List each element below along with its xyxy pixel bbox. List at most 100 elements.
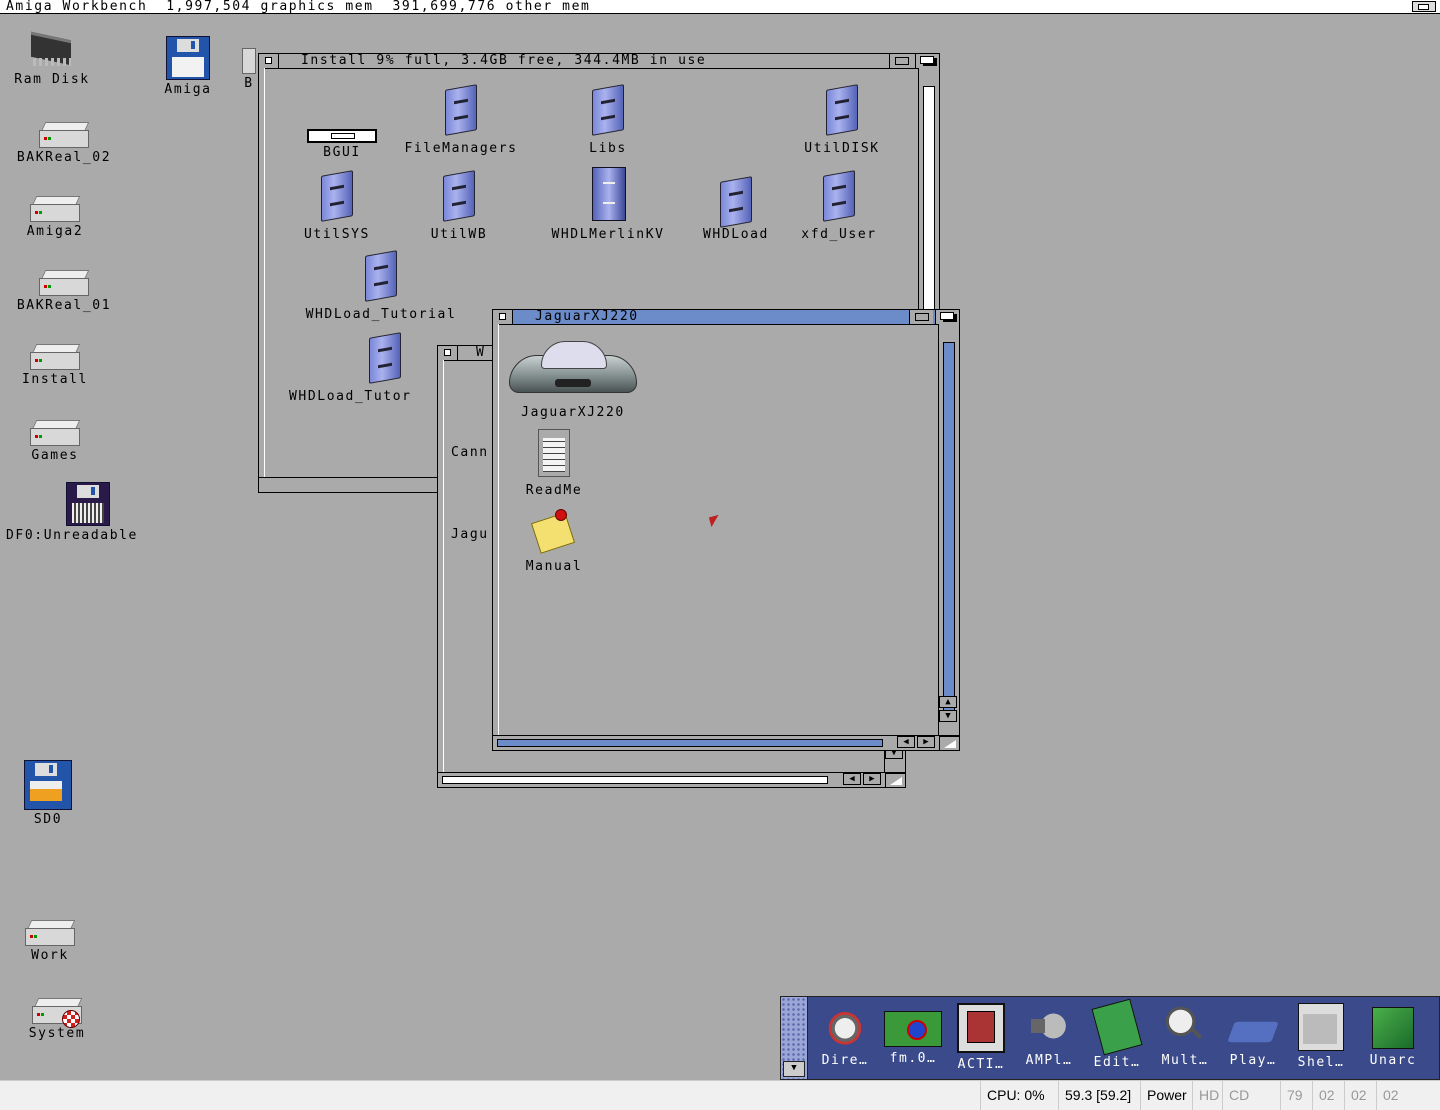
dock-item-label: Edit…	[1093, 1055, 1141, 1070]
directory-opus-icon	[823, 1003, 867, 1049]
icon-label: ReadMe	[525, 483, 583, 498]
close-gadget-icon[interactable]	[259, 54, 279, 68]
app-dock[interactable]: ▼ Dire… fm.0… ACTI… AMPl… Edit… Mult… Pl…	[780, 996, 1440, 1080]
desktop-icon-system[interactable]: System	[14, 998, 100, 1041]
desktop-icon-ram-disk[interactable]: Ram Disk	[4, 30, 100, 87]
icon-label: Work	[31, 948, 69, 963]
drawer-utilsys[interactable]: UtilSYS	[295, 170, 379, 242]
drawer-utilwb[interactable]: UtilWB	[421, 170, 497, 242]
dock-item-acti[interactable]: ACTI…	[947, 1001, 1015, 1077]
desktop-icon-sd0[interactable]: SD0	[14, 760, 82, 827]
scroll-right-icon[interactable]: ▶	[863, 773, 881, 785]
install-window-title-bar[interactable]: Install 9% full, 3.4GB free, 344.4MB in …	[259, 53, 939, 69]
drawer-bgui[interactable]: BGUI	[297, 121, 387, 160]
icon-label: Libs	[589, 141, 627, 156]
system-disk-icon	[32, 998, 83, 1028]
file-icon-jaguarxj220[interactable]: JaguarXJ220	[505, 335, 641, 420]
screen-depth-gadget[interactable]	[1412, 1, 1436, 12]
window-bottom-border: ◀ ▶	[438, 772, 905, 787]
dock-item-fm[interactable]: fm.0…	[879, 1001, 947, 1077]
icon-label: Ram Disk	[14, 72, 90, 87]
icon-label: DF0:Unreadable	[6, 528, 138, 543]
size-gadget-icon[interactable]	[939, 736, 959, 750]
screen-title-bar[interactable]: Amiga Workbench 1,997,504 graphics mem 3…	[0, 0, 1440, 14]
dock-item-label: ACTI…	[957, 1057, 1005, 1072]
scroll-left-icon[interactable]: ◀	[897, 736, 915, 748]
icon-label-jagu[interactable]: Jagu	[451, 527, 489, 542]
icon-label: FileManagers	[404, 141, 518, 156]
dock-item-dire[interactable]: Dire…	[811, 1001, 879, 1077]
zoom-gadget-icon[interactable]	[909, 310, 933, 324]
vertical-scrollbar[interactable]	[943, 342, 955, 720]
icon-label: Games	[31, 448, 79, 463]
size-gadget-icon[interactable]	[885, 773, 905, 787]
drawer-icon	[822, 84, 862, 136]
horizontal-scrollbar[interactable]	[442, 776, 828, 784]
drawer-icon	[439, 170, 479, 222]
notepad-icon	[1091, 998, 1143, 1056]
drawer-utildisk[interactable]: UtilDISK	[795, 84, 889, 156]
dock-drag-handle[interactable]: ▼	[781, 997, 808, 1079]
dock-item-label: Play…	[1229, 1053, 1277, 1068]
file-icon-manual[interactable]: Manual	[519, 507, 589, 574]
dock-item-edit[interactable]: Edit…	[1083, 998, 1151, 1077]
horizontal-scrollbar[interactable]	[497, 739, 883, 747]
icon-label-cann[interactable]: Cann	[451, 445, 489, 460]
window-title: Install 9% full, 3.4GB free, 344.4MB in …	[301, 53, 707, 68]
desktop-icon-b[interactable]: B	[242, 48, 256, 91]
drawer-filemanagers[interactable]: FileManagers	[393, 84, 529, 156]
drawer-whdload-tutorial[interactable]: WHDLoad_Tutorial	[289, 250, 473, 322]
desktop-icon-amiga2[interactable]: Amiga2	[8, 196, 102, 239]
icon-label: BGUI	[323, 145, 361, 160]
desktop-icon-games[interactable]: Games	[8, 420, 102, 463]
close-gadget-icon[interactable]	[438, 346, 458, 360]
desktop-icon-df0[interactable]: DF0:Unreadable	[6, 482, 172, 543]
jaguar-window-title-bar[interactable]: JaguarXJ220	[493, 309, 959, 325]
drawer-icon	[361, 250, 401, 302]
drive-counter: 79	[1280, 1081, 1312, 1110]
scroll-right-icon[interactable]: ▶	[917, 736, 935, 748]
dock-item-mult[interactable]: Mult…	[1151, 1001, 1219, 1077]
icon-label: SD0	[33, 812, 63, 827]
desktop-icon-bakreal-02[interactable]: BAKReal_02	[6, 122, 122, 165]
desktop-icon-work[interactable]: Work	[12, 920, 88, 963]
sticky-note-icon	[529, 507, 579, 555]
dock-item-label: AMPl…	[1025, 1053, 1073, 1068]
file-icon-readme[interactable]: ReadMe	[519, 429, 589, 498]
icon-label: WHDLoad_Tutorial	[305, 307, 457, 322]
drawer-icon	[317, 170, 357, 222]
drawer-xfd-user[interactable]: xfd_User	[791, 170, 887, 242]
desktop-icon-install[interactable]: Install	[8, 344, 102, 387]
dock-item-play[interactable]: Play…	[1219, 1001, 1287, 1077]
jaguar-window[interactable]: JaguarXJ220 ▲ ▼ ◀ ▶ JaguarXJ220 ReadMe M…	[492, 309, 960, 751]
scroll-down-icon[interactable]: ▼	[939, 710, 957, 722]
scroll-left-icon[interactable]: ◀	[843, 773, 861, 785]
hard-disk-icon	[30, 196, 81, 222]
desktop-icon-bakreal-01[interactable]: BAKReal_01	[6, 270, 122, 313]
speaker-icon	[1027, 1003, 1071, 1049]
fps-readout: 59.3 [59.2]	[1058, 1081, 1140, 1110]
scroll-up-icon[interactable]: ▲	[939, 696, 957, 708]
icon-label: Install	[22, 372, 88, 387]
icon-label: Amiga	[164, 82, 212, 97]
file-manager-icon	[884, 1011, 942, 1047]
dock-item-label: fm.0…	[889, 1051, 937, 1066]
depth-gadget-icon[interactable]	[915, 54, 939, 68]
drawer-libs[interactable]: Libs	[573, 84, 643, 156]
hard-disk-icon	[30, 344, 81, 370]
dock-item-shel[interactable]: Shel…	[1287, 1001, 1355, 1077]
drive-counter: 02	[1344, 1081, 1376, 1110]
icon-label: JaguarXJ220	[521, 405, 625, 420]
dock-menu-arrow-icon[interactable]: ▼	[783, 1061, 805, 1077]
desktop-icon-amiga[interactable]: Amiga	[150, 36, 226, 97]
zoom-gadget-icon[interactable]	[889, 54, 913, 68]
hard-disk-icon	[39, 270, 90, 296]
drawer-whdload[interactable]: WHDLoad	[691, 176, 781, 242]
drawer-whdlmerlinkv[interactable]: WHDLMerlinKV	[537, 167, 679, 242]
window-right-border: ▲ ▼	[938, 324, 959, 736]
close-gadget-icon[interactable]	[493, 310, 513, 324]
dock-item-ampl[interactable]: AMPl…	[1015, 1001, 1083, 1077]
depth-gadget-icon[interactable]	[935, 310, 959, 324]
dock-item-unarc[interactable]: Unarc	[1359, 1001, 1427, 1077]
icon-label: WHDLoad	[703, 227, 769, 242]
